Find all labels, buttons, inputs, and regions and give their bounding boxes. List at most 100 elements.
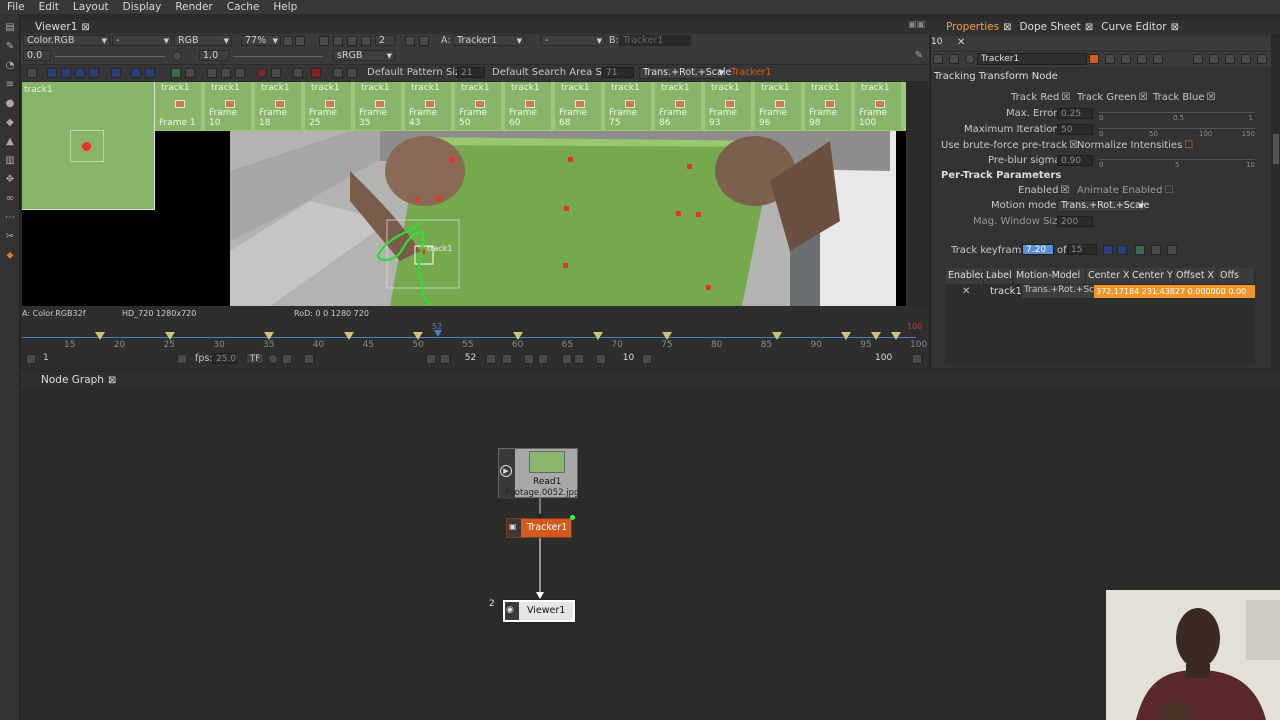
prev-increment-icon[interactable]	[562, 354, 572, 364]
max-iter-slider[interactable]: 0 50 100 150	[1099, 122, 1255, 142]
motion-model-select[interactable]: Trans.+Rot.+Scale ▼	[1057, 200, 1149, 212]
render-scale-icon[interactable]	[347, 36, 357, 46]
keyframe-marker[interactable]	[771, 332, 782, 340]
table-row[interactable]: ✕ track1 Trans.+Rot.+Sc 372.17184 231.43…	[946, 285, 1255, 299]
playhead[interactable]	[434, 330, 443, 337]
timeline-bar[interactable]	[22, 337, 916, 338]
add-keyframe-icon[interactable]	[171, 68, 181, 78]
start-frame-field[interactable]: 1	[40, 353, 180, 364]
audio-icon[interactable]	[268, 354, 278, 364]
refresh-icon[interactable]	[405, 36, 415, 46]
menu-cache[interactable]: Cache	[220, 1, 267, 13]
set-start-icon[interactable]	[26, 354, 36, 364]
play-icon[interactable]: ▶	[500, 465, 512, 477]
close-icon[interactable]: ✕	[957, 37, 965, 48]
mipmap-icon[interactable]	[361, 36, 371, 46]
keyframe-marker[interactable]	[592, 332, 603, 340]
transform-tool-icon[interactable]: ✥	[4, 175, 16, 185]
gamma-field[interactable]: 1.0	[199, 50, 229, 61]
menu-edit[interactable]: Edit	[32, 1, 66, 13]
add-keyframe-icon[interactable]	[1135, 245, 1145, 255]
play-backward-icon[interactable]	[440, 354, 450, 364]
center-node-icon[interactable]	[949, 54, 959, 64]
node-name-field[interactable]: Tracker1	[977, 53, 1087, 65]
clear-bw-icon[interactable]	[221, 68, 231, 78]
max-error-field[interactable]: 0.25	[1057, 108, 1093, 119]
lock-icon[interactable]	[283, 36, 293, 46]
track-red-checkbox[interactable]: Track Red ☒	[1011, 92, 1070, 103]
turbo-icon[interactable]	[177, 354, 187, 364]
color-tool-icon[interactable]: ●	[4, 99, 16, 109]
restore-defaults-icon[interactable]	[1153, 54, 1163, 64]
alpha-combo[interactable]: - ▼	[112, 35, 172, 46]
close-icon[interactable]: ⊠	[1003, 22, 1011, 33]
enabled-checkbox[interactable]: Enabled ☒	[1018, 185, 1069, 196]
viewer-canvas[interactable]: track1 track1 Frame 1 track1 Frame 10 track1…	[22, 82, 906, 306]
table-header-cell[interactable]: Motion-Model	[1014, 268, 1086, 284]
rewind-icon[interactable]	[596, 354, 606, 364]
track-range-icon[interactable]	[111, 68, 121, 78]
input-b-combo[interactable]: Tracker1	[619, 35, 691, 46]
max-iter-field[interactable]: 50	[1057, 124, 1093, 135]
preblur-field[interactable]: 0.90	[1057, 155, 1093, 166]
keyframe-marker[interactable]	[871, 332, 882, 340]
record-icon[interactable]	[257, 68, 267, 78]
keyer-tool-icon[interactable]: ▲	[4, 137, 16, 147]
properties-scrollbar[interactable]	[1271, 34, 1280, 368]
merge-tool-icon[interactable]: ▥	[4, 156, 16, 166]
filter-tool-icon[interactable]: ◆	[4, 118, 16, 128]
gain-slider[interactable]	[55, 56, 165, 57]
track-fw-icon[interactable]	[131, 68, 141, 78]
remove-keyframe-icon[interactable]	[185, 68, 195, 78]
menu-layout[interactable]: Layout	[66, 1, 116, 13]
clear-fw-icon[interactable]	[235, 68, 245, 78]
node-graph[interactable]: ▶ Read1 Footage.0052.jpg ▣ Tracker1 2 ◉ …	[22, 388, 1280, 720]
table-header-cell[interactable]: Label	[984, 268, 1014, 284]
image-tool-icon[interactable]: ▤	[4, 23, 16, 33]
track-keyframe-field[interactable]: 7.20	[1022, 244, 1054, 255]
row-label[interactable]: track1	[990, 286, 1022, 297]
tab-viewer1[interactable]: Viewer1 ⊠	[21, 21, 96, 33]
tab-curve-editor[interactable]: Curve Editor ⊠	[1099, 21, 1185, 33]
close-icon[interactable]: ⊠	[108, 375, 116, 386]
proxy-icon[interactable]	[333, 36, 343, 46]
stop-tracking-icon[interactable]	[75, 68, 85, 78]
cancel-render-icon[interactable]	[282, 354, 292, 364]
close-icon[interactable]	[1257, 54, 1267, 64]
keyframe-marker[interactable]	[413, 332, 424, 340]
tracker1-node[interactable]: ▣ Tracker1	[506, 515, 575, 538]
current-frame-field[interactable]: 52	[456, 353, 482, 364]
row-enabled-check[interactable]: ✕	[962, 286, 970, 297]
input-a-combo[interactable]: Tracker1 ▼	[453, 35, 525, 46]
close-icon[interactable]: ⊠	[81, 22, 89, 33]
tab-node-graph[interactable]: Node Graph ⊠	[21, 374, 122, 386]
redo-icon[interactable]	[1137, 54, 1147, 64]
track-blue-checkbox[interactable]: Track Blue ☒	[1153, 92, 1215, 103]
clear-all-icon[interactable]	[207, 68, 217, 78]
track-prev-icon[interactable]	[61, 68, 71, 78]
minimize-icon[interactable]	[933, 54, 943, 64]
pause-icon[interactable]	[419, 36, 429, 46]
keyframe-marker[interactable]	[94, 332, 105, 340]
tab-properties[interactable]: Properties ⊠	[930, 21, 1017, 33]
viewer1-node[interactable]: ◉ Viewer1	[503, 600, 575, 622]
time-tool-icon[interactable]: ◔	[4, 61, 16, 71]
animate-enabled-checkbox[interactable]: Animate Enabled ☐	[1077, 185, 1173, 196]
next-keyframe-icon[interactable]	[538, 354, 548, 364]
gain-field[interactable]: 0.0	[23, 50, 51, 61]
menu-help[interactable]: Help	[266, 1, 304, 13]
row-motion-model[interactable]: Trans.+Rot.+Sc	[1022, 285, 1094, 298]
keyframe-marker[interactable]	[891, 332, 902, 340]
panel-menu-icon[interactable]: ▣▣	[908, 20, 925, 30]
increment-field[interactable]: 10	[612, 353, 642, 364]
gamma-icon[interactable]	[172, 51, 182, 61]
tab-dope-sheet[interactable]: Dope Sheet ⊠	[1017, 21, 1099, 33]
play-forward-icon[interactable]	[486, 354, 496, 364]
next-increment-icon[interactable]	[574, 354, 584, 364]
current-frame-marker[interactable]: 52	[432, 322, 442, 331]
motion-model-combo[interactable]: Trans.+Rot.+Scale ▼	[639, 67, 731, 79]
gamma-slider[interactable]	[233, 56, 323, 57]
keyframe-marker[interactable]	[343, 332, 354, 340]
roi-icon[interactable]	[319, 36, 329, 46]
keyframe-marker[interactable]	[512, 332, 523, 340]
